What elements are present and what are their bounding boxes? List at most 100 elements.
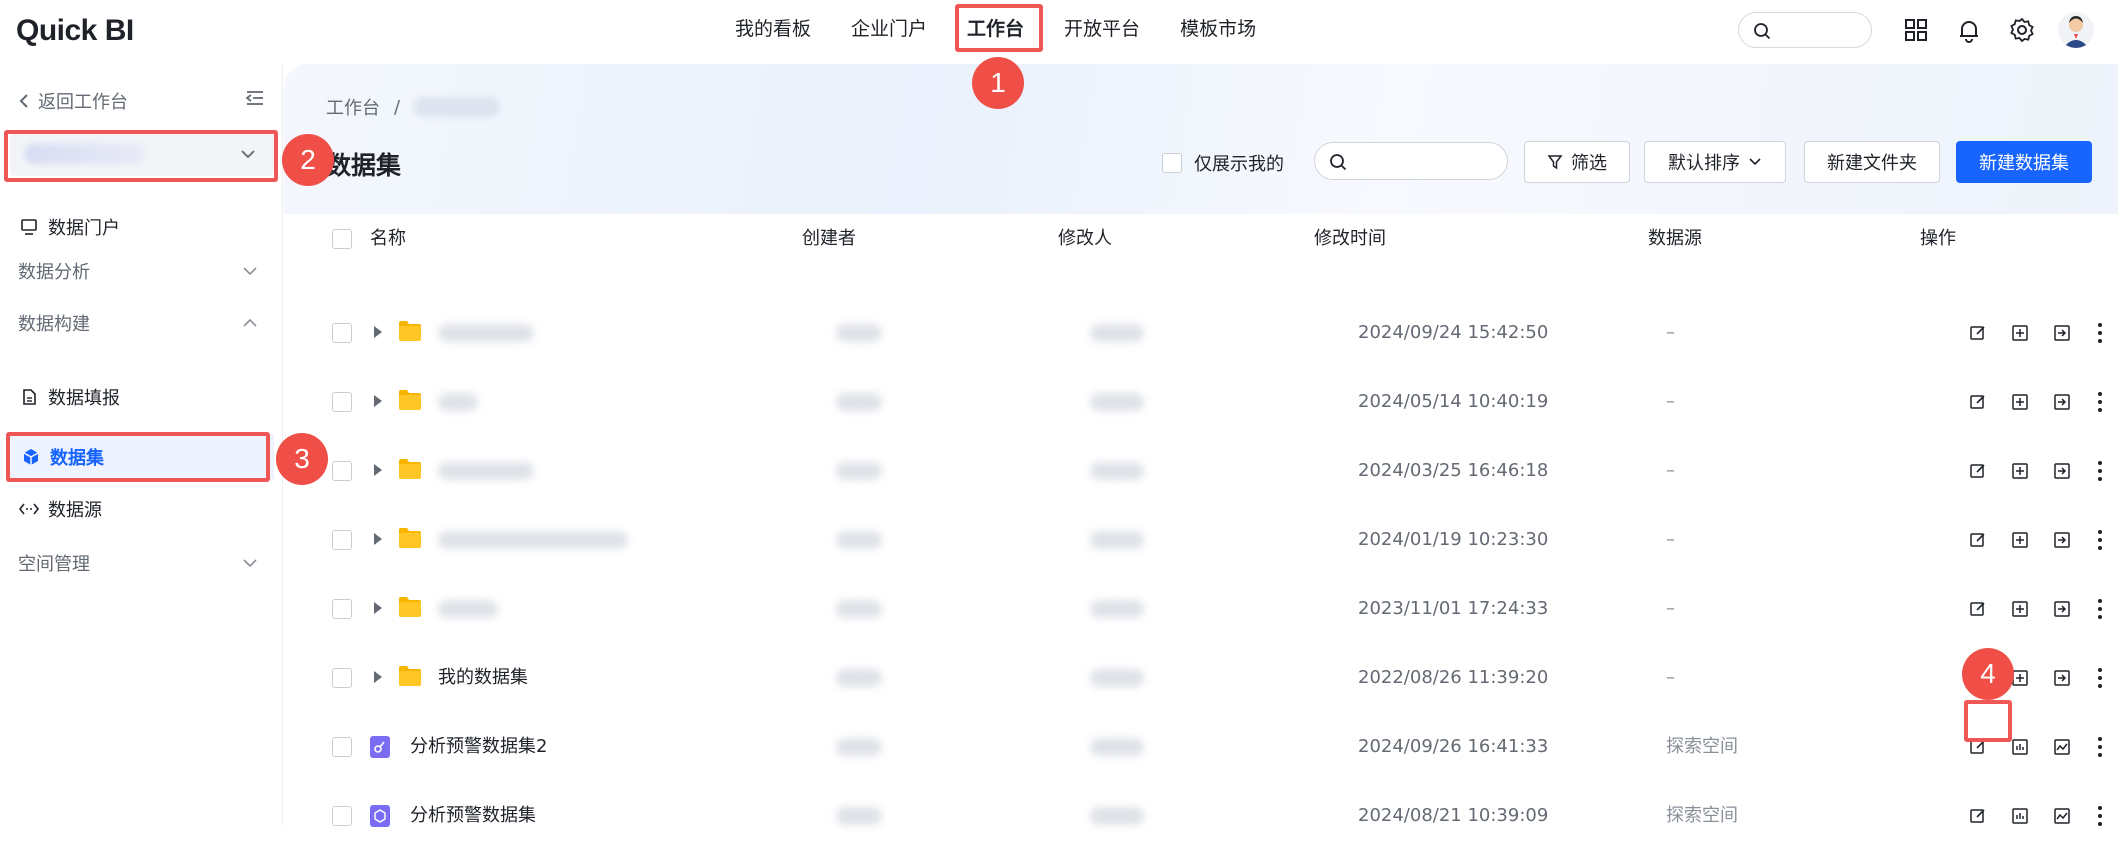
select-all-checkbox[interactable] bbox=[332, 229, 352, 249]
expand-caret-icon[interactable] bbox=[374, 602, 382, 614]
row-checkbox[interactable] bbox=[332, 461, 352, 481]
sidebar-group-data-analysis[interactable]: 数据分析 bbox=[18, 251, 258, 291]
column-header-datasource[interactable]: 数据源 bbox=[1648, 212, 1702, 266]
more-options-icon[interactable] bbox=[2090, 389, 2110, 415]
top-search-input[interactable] bbox=[1738, 12, 1872, 48]
more-options-icon[interactable] bbox=[2090, 665, 2110, 691]
row-modified-time: 2023/11/01 17:24:33 bbox=[1358, 598, 1549, 619]
dataset-search-input[interactable] bbox=[1314, 142, 1508, 180]
row-checkbox[interactable] bbox=[332, 737, 352, 757]
sidebar-item-data-portal[interactable]: 数据门户 bbox=[0, 207, 283, 247]
only-mine-checkbox[interactable]: 仅展示我的 bbox=[1162, 150, 1284, 176]
nav-my-dashboard[interactable]: 我的看板 bbox=[715, 0, 831, 60]
expand-caret-icon[interactable] bbox=[374, 533, 382, 545]
row-checkbox[interactable] bbox=[332, 668, 352, 688]
edit-icon[interactable] bbox=[1964, 458, 1992, 484]
table-row[interactable]: 2023/11/01 17:24:33 – bbox=[314, 574, 2106, 643]
add-icon[interactable] bbox=[2006, 458, 2034, 484]
quick-bi-logo[interactable]: Quick BI bbox=[16, 14, 134, 48]
add-icon[interactable] bbox=[2006, 596, 2034, 622]
expand-caret-icon[interactable] bbox=[374, 326, 382, 338]
row-checkbox[interactable] bbox=[332, 392, 352, 412]
table-row[interactable]: 2024/01/19 10:23:30 – bbox=[314, 505, 2106, 574]
expand-caret-icon[interactable] bbox=[374, 671, 382, 683]
collapse-sidebar-icon[interactable] bbox=[245, 88, 265, 108]
nav-template-market[interactable]: 模板市场 bbox=[1160, 0, 1276, 60]
expand-caret-icon[interactable] bbox=[374, 464, 382, 476]
table-row[interactable]: 我的数据集 2022/08/26 11:39:20 – bbox=[314, 643, 2106, 712]
edit-icon[interactable] bbox=[1964, 596, 1992, 622]
alert-line-chart-icon[interactable] bbox=[2048, 803, 2076, 829]
row-modified-time: 2024/09/24 15:42:50 bbox=[1358, 322, 1549, 343]
more-options-icon[interactable] bbox=[2090, 527, 2110, 553]
move-icon[interactable] bbox=[2048, 320, 2076, 346]
settings-gear-icon[interactable] bbox=[2008, 16, 2036, 44]
edit-icon[interactable] bbox=[1964, 527, 1992, 553]
analyze-bar-chart-icon[interactable] bbox=[2006, 803, 2034, 829]
row-modified-time: 2024/09/26 16:41:33 bbox=[1358, 736, 1549, 757]
nav-open-platform[interactable]: 开放平台 bbox=[1044, 0, 1160, 60]
bell-icon[interactable] bbox=[1955, 16, 1983, 44]
sidebar-item-data-fill[interactable]: 数据填报 bbox=[0, 377, 283, 417]
more-options-icon[interactable] bbox=[2090, 320, 2110, 346]
nav-enterprise-portal[interactable]: 企业门户 bbox=[831, 0, 947, 60]
sidebar-item-label: 数据门户 bbox=[48, 218, 120, 239]
checkbox[interactable] bbox=[1162, 153, 1182, 173]
column-header-modified-time[interactable]: 修改时间 bbox=[1314, 212, 1386, 266]
row-checkbox[interactable] bbox=[332, 530, 352, 550]
row-name[interactable]: 分析预警数据集2 bbox=[410, 712, 547, 781]
chevron-down-icon bbox=[243, 559, 257, 568]
table-row[interactable]: 2024/05/14 10:40:19 – bbox=[314, 367, 2106, 436]
add-icon[interactable] bbox=[2006, 527, 2034, 553]
filter-button[interactable]: 筛选 bbox=[1524, 141, 1630, 183]
column-header-creator[interactable]: 创建者 bbox=[802, 212, 856, 266]
apps-grid-icon[interactable] bbox=[1902, 16, 1930, 44]
add-icon[interactable] bbox=[2006, 389, 2034, 415]
table-row[interactable]: 分析预警数据集2 2024/09/26 16:41:33 探索空间 bbox=[314, 712, 2106, 781]
more-options-icon[interactable] bbox=[2090, 458, 2110, 484]
move-icon[interactable] bbox=[2048, 596, 2076, 622]
row-checkbox[interactable] bbox=[332, 806, 352, 826]
alert-line-chart-icon[interactable] bbox=[2048, 734, 2076, 760]
move-icon[interactable] bbox=[2048, 458, 2076, 484]
new-dataset-button[interactable]: 新建数据集 bbox=[1956, 141, 2092, 183]
new-folder-button[interactable]: 新建文件夹 bbox=[1804, 141, 1940, 183]
row-modified-time: 2024/05/14 10:40:19 bbox=[1358, 391, 1549, 412]
row-checkbox[interactable] bbox=[332, 323, 352, 343]
sidebar-item-datasource[interactable]: 数据源 bbox=[0, 489, 283, 529]
sidebar-group-data-build[interactable]: 数据构建 bbox=[18, 303, 258, 343]
move-icon[interactable] bbox=[2048, 527, 2076, 553]
breadcrumb-workspace-redacted bbox=[414, 97, 501, 117]
expand-caret-icon[interactable] bbox=[374, 395, 382, 407]
move-icon[interactable] bbox=[2048, 665, 2076, 691]
more-options-icon[interactable] bbox=[2090, 596, 2110, 622]
add-icon[interactable] bbox=[2006, 320, 2034, 346]
table-row[interactable]: 2024/09/24 15:42:50 – bbox=[314, 298, 2106, 367]
back-to-workbench[interactable]: 返回工作台 bbox=[18, 88, 128, 114]
sidebar-group-space-management[interactable]: 空间管理 bbox=[18, 543, 258, 583]
column-header-modifier[interactable]: 修改人 bbox=[1058, 212, 1112, 266]
edit-icon[interactable] bbox=[1964, 803, 1992, 829]
breadcrumb-root[interactable]: 工作台 bbox=[326, 94, 380, 120]
chevron-up-icon bbox=[243, 318, 257, 327]
row-checkbox[interactable] bbox=[332, 599, 352, 619]
new-dataset-label: 新建数据集 bbox=[1979, 153, 2069, 174]
table-row[interactable]: 2024/03/25 16:46:18 – bbox=[314, 436, 2106, 505]
back-label: 返回工作台 bbox=[38, 92, 128, 113]
edit-icon[interactable] bbox=[1964, 320, 1992, 346]
row-name[interactable]: 分析预警数据集 bbox=[410, 781, 536, 850]
row-name[interactable]: 我的数据集 bbox=[438, 643, 528, 712]
filter-label: 筛选 bbox=[1571, 153, 1607, 174]
modifier-redacted bbox=[1090, 324, 1144, 342]
move-icon[interactable] bbox=[2048, 389, 2076, 415]
more-options-icon[interactable] bbox=[2090, 734, 2110, 760]
user-avatar[interactable] bbox=[2058, 12, 2094, 48]
sort-dropdown[interactable]: 默认排序 bbox=[1644, 141, 1786, 183]
edit-icon[interactable] bbox=[1964, 389, 1992, 415]
more-options-icon[interactable] bbox=[2090, 803, 2110, 829]
creator-redacted bbox=[836, 324, 882, 342]
column-header-name[interactable]: 名称 bbox=[370, 212, 406, 266]
table-row[interactable]: 分析预警数据集 2024/08/21 10:39:09 探索空间 bbox=[314, 781, 2106, 850]
creator-redacted bbox=[836, 531, 882, 549]
highlight-analyze-button bbox=[1964, 700, 2012, 742]
